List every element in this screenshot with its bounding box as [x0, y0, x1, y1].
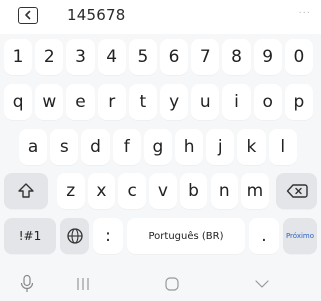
key-label: 8: [231, 47, 242, 67]
key-h[interactable]: h: [175, 129, 204, 165]
symbols-key[interactable]: !#1: [4, 218, 56, 254]
key-n[interactable]: n: [210, 173, 238, 209]
key-e[interactable]: e: [66, 84, 95, 120]
globe-icon: [66, 228, 83, 244]
key-label: s: [59, 137, 69, 157]
key-q[interactable]: q: [4, 84, 33, 120]
key-label: o: [262, 92, 273, 112]
key-u[interactable]: u: [191, 84, 220, 120]
key-3[interactable]: 3: [66, 39, 95, 75]
key-label: b: [188, 181, 199, 201]
key-label: x: [96, 181, 107, 201]
key-label: 5: [137, 47, 149, 67]
key-label: w: [42, 92, 57, 112]
home-icon[interactable]: [164, 276, 180, 292]
period-key[interactable]: .: [249, 218, 279, 254]
key-label: e: [75, 92, 86, 112]
suggestion-bar: 145678 ···: [0, 0, 321, 34]
key-label: 1: [12, 47, 24, 67]
key-l[interactable]: l: [268, 129, 297, 165]
colon-key[interactable]: :: [93, 218, 123, 254]
key-0[interactable]: 0: [284, 39, 313, 75]
key-label: m: [246, 181, 264, 201]
key-8[interactable]: 8: [222, 39, 251, 75]
colon-label: :: [105, 226, 111, 246]
key-1[interactable]: 1: [4, 39, 33, 75]
key-label: p: [293, 92, 305, 112]
key-d[interactable]: d: [81, 129, 110, 165]
navigation-bar: [0, 270, 321, 301]
key-r[interactable]: r: [97, 84, 126, 120]
next-key[interactable]: Próximo: [283, 218, 317, 254]
period-label: .: [261, 226, 267, 246]
more-options-icon[interactable]: ···: [298, 8, 311, 19]
key-label: h: [183, 137, 195, 157]
language-key[interactable]: [60, 218, 89, 254]
key-label: 6: [168, 47, 180, 67]
symbols-label: !#1: [18, 229, 42, 243]
key-label: 4: [106, 47, 118, 67]
space-label: Português (BR): [148, 230, 224, 242]
key-label: d: [90, 137, 101, 157]
space-key[interactable]: Português (BR): [127, 218, 245, 254]
key-label: 7: [199, 47, 211, 67]
key-t[interactable]: t: [128, 84, 157, 120]
suggestion-text[interactable]: 145678: [67, 6, 125, 24]
key-c[interactable]: c: [118, 173, 146, 209]
key-label: u: [199, 92, 211, 112]
key-label: a: [27, 137, 39, 157]
key-label: t: [139, 92, 147, 112]
key-label: 0: [293, 47, 305, 67]
key-label: 9: [262, 47, 274, 67]
key-label: l: [280, 137, 286, 157]
keyboard-screen: 145678 ··· 1234567890 qwe r t yu i op as d f gh j…: [0, 0, 321, 301]
key-label: r: [108, 92, 116, 112]
key-g[interactable]: g: [143, 129, 172, 165]
key-f[interactable]: f: [112, 129, 141, 165]
key-label: z: [66, 181, 76, 201]
key-label: y: [169, 92, 180, 112]
key-z[interactable]: z: [57, 173, 85, 209]
key-7[interactable]: 7: [191, 39, 220, 75]
key-label: j: [217, 137, 223, 157]
key-label: f: [123, 137, 130, 157]
key-a[interactable]: a: [19, 129, 48, 165]
key-y[interactable]: y: [160, 84, 189, 120]
key-4[interactable]: 4: [97, 39, 126, 75]
key-v[interactable]: v: [149, 173, 177, 209]
key-6[interactable]: 6: [160, 39, 189, 75]
backspace-key[interactable]: [276, 173, 317, 209]
key-b[interactable]: b: [179, 173, 208, 209]
recents-icon[interactable]: [76, 277, 90, 291]
key-label: 2: [43, 47, 55, 67]
key-s[interactable]: s: [50, 129, 79, 165]
key-k[interactable]: k: [237, 129, 266, 165]
shift-key[interactable]: [4, 173, 48, 209]
backspace-icon: [286, 184, 308, 198]
chevron-down-icon[interactable]: [254, 279, 270, 289]
next-label: Próximo: [285, 232, 315, 240]
key-label: k: [246, 137, 257, 157]
key-label: i: [234, 92, 239, 112]
microphone-icon[interactable]: [20, 274, 34, 294]
key-5[interactable]: 5: [128, 39, 157, 75]
key-i[interactable]: i: [222, 84, 251, 120]
key-label: c: [127, 181, 137, 201]
back-icon[interactable]: [18, 7, 38, 24]
key-x[interactable]: x: [87, 173, 116, 209]
key-label: g: [152, 137, 164, 157]
key-label: n: [218, 181, 230, 201]
key-label: v: [157, 181, 168, 201]
key-o[interactable]: o: [253, 84, 282, 120]
key-label: 3: [75, 47, 86, 67]
key-2[interactable]: 2: [35, 39, 64, 75]
key-p[interactable]: p: [284, 84, 313, 120]
key-w[interactable]: w: [35, 84, 64, 120]
key-label: q: [12, 92, 24, 112]
shift-icon: [18, 183, 34, 198]
key-m[interactable]: m: [241, 173, 269, 209]
key-j[interactable]: j: [206, 129, 235, 165]
key-9[interactable]: 9: [253, 39, 282, 75]
